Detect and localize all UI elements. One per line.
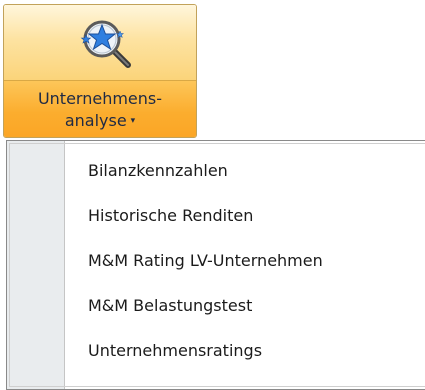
menu-item-mm-belastungstest[interactable]: M&M Belastungstest [65,286,425,326]
dropdown-menu: Bilanzkennzahlen Historische Renditen M&… [6,140,425,390]
chevron-down-icon: ▾ [130,116,136,126]
menu-item-unternehmensratings[interactable]: Unternehmensratings [65,331,425,371]
magnifier-stars-icon [80,20,131,68]
ribbon-button-label-text: analyse [64,111,127,130]
page: Unternehmens- analyse ▾ Bilanzkennzahlen … [0,0,425,390]
menu-icon-gutter [7,141,65,389]
menu-item-historische-renditen[interactable]: Historische Renditen [65,196,425,236]
unternehmensanalyse-button[interactable]: Unternehmens- analyse ▾ [3,4,197,138]
menu-item-mm-rating-lv-unternehmen[interactable]: M&M Rating LV-Unternehmen [65,241,425,281]
menu-item-bilanzkennzahlen[interactable]: Bilanzkennzahlen [65,151,425,191]
ribbon-button-label-line2: analyse ▾ [4,111,196,131]
ribbon-button-label-line1: Unternehmens- [37,89,163,108]
